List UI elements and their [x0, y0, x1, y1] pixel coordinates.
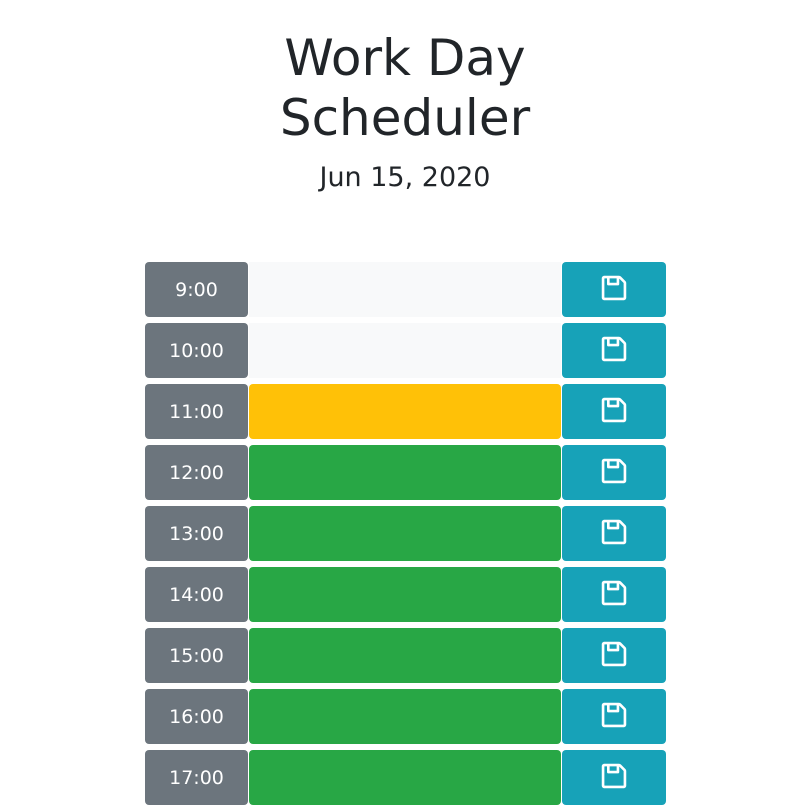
hour-label: 13:00 — [145, 506, 248, 561]
task-input[interactable] — [249, 750, 561, 805]
task-input[interactable] — [249, 567, 561, 622]
time-block-row-900: 9:00 — [145, 262, 666, 317]
hour-label: 10:00 — [145, 323, 248, 378]
floppy-disk-icon — [600, 518, 628, 549]
hour-label: 16:00 — [145, 689, 248, 744]
hour-label: 11:00 — [145, 384, 248, 439]
current-date: Jun 15, 2020 — [319, 162, 491, 193]
time-block-row-1700: 17:00 — [145, 750, 666, 805]
save-button[interactable] — [562, 384, 666, 439]
time-block-row-1200: 12:00 — [145, 445, 666, 500]
save-button[interactable] — [562, 445, 666, 500]
page-title: Work Day Scheduler — [279, 29, 531, 147]
floppy-disk-icon — [600, 274, 628, 305]
save-button[interactable] — [562, 750, 666, 805]
hour-label: 12:00 — [145, 445, 248, 500]
task-input[interactable] — [249, 445, 561, 500]
floppy-disk-icon — [600, 579, 628, 610]
time-block-row-1600: 16:00 — [145, 689, 666, 744]
task-input[interactable] — [249, 628, 561, 683]
task-input[interactable] — [249, 323, 561, 378]
save-button[interactable] — [562, 567, 666, 622]
time-block-row-1000: 10:00 — [145, 323, 666, 378]
hour-label: 14:00 — [145, 567, 248, 622]
floppy-disk-icon — [600, 701, 628, 732]
floppy-disk-icon — [600, 640, 628, 671]
task-input[interactable] — [249, 506, 561, 561]
task-input[interactable] — [249, 689, 561, 744]
hour-label: 17:00 — [145, 750, 248, 805]
save-button[interactable] — [562, 323, 666, 378]
header: Work Day Scheduler Jun 15, 2020 — [0, 0, 810, 193]
floppy-disk-icon — [600, 762, 628, 793]
time-block-row-1300: 13:00 — [145, 506, 666, 561]
time-block-row-1100: 11:00 — [145, 384, 666, 439]
time-block-row-1500: 15:00 — [145, 628, 666, 683]
save-button[interactable] — [562, 689, 666, 744]
hour-label: 9:00 — [145, 262, 248, 317]
time-block-list: 9:00 10:00 11:00 12:00 13:00 14:00 15:00… — [145, 262, 666, 811]
floppy-disk-icon — [600, 457, 628, 488]
save-button[interactable] — [562, 262, 666, 317]
task-input[interactable] — [249, 262, 561, 317]
task-input[interactable] — [249, 384, 561, 439]
save-button[interactable] — [562, 506, 666, 561]
time-block-row-1400: 14:00 — [145, 567, 666, 622]
floppy-disk-icon — [600, 335, 628, 366]
floppy-disk-icon — [600, 396, 628, 427]
hour-label: 15:00 — [145, 628, 248, 683]
save-button[interactable] — [562, 628, 666, 683]
